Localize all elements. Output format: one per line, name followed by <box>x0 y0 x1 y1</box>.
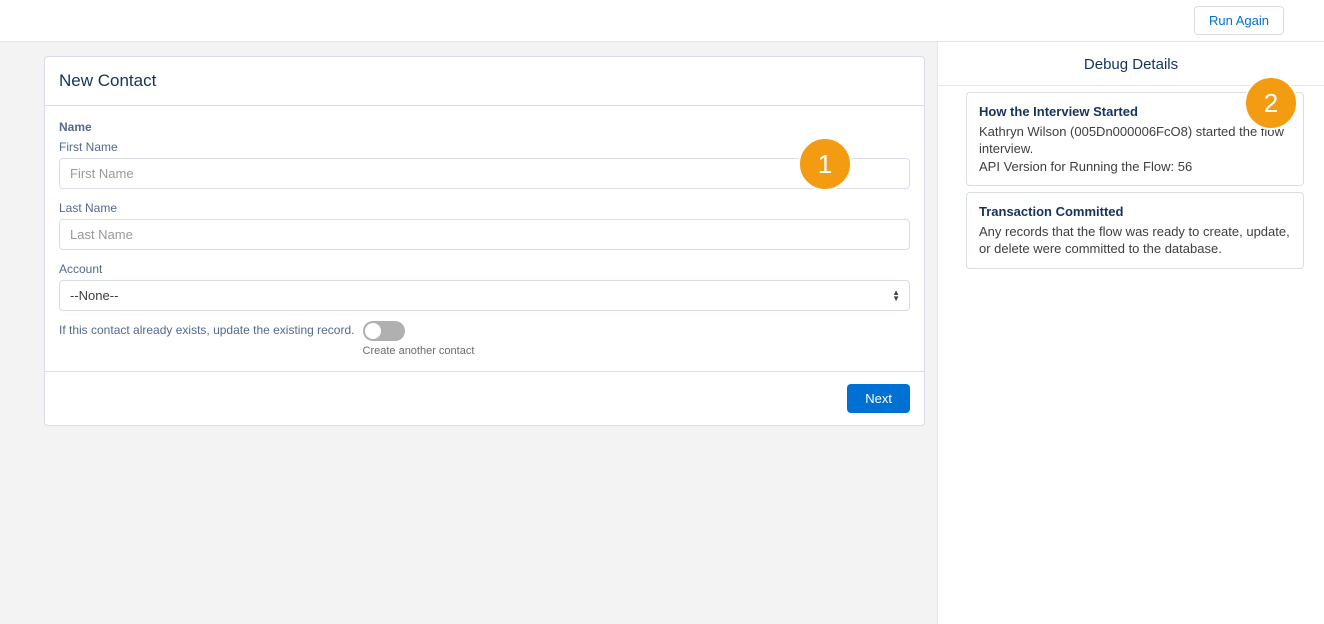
toggle-caption: Create another contact <box>363 345 475 357</box>
last-name-label: Last Name <box>59 201 910 215</box>
create-another-toggle[interactable] <box>363 321 405 341</box>
card-footer: Next <box>45 371 924 425</box>
toggle-knob <box>365 323 381 339</box>
top-bar: Run Again <box>0 0 1324 42</box>
account-label: Account <box>59 262 910 276</box>
new-contact-card: New Contact Name First Name Last Name Ac… <box>44 56 925 426</box>
main-area: 1 New Contact Name First Name Last Name … <box>0 42 1324 624</box>
account-select[interactable]: --None-- ▲▼ <box>59 280 910 311</box>
annotation-badge-2: 2 <box>1244 76 1298 130</box>
last-name-input[interactable] <box>59 219 910 250</box>
next-button[interactable]: Next <box>847 384 910 413</box>
debug-panel: 2 Debug Details How the Interview Starte… <box>938 42 1324 624</box>
first-name-label: First Name <box>59 140 910 154</box>
debug-card-transaction: Transaction Committed Any records that t… <box>966 192 1304 269</box>
account-select-value: --None-- <box>59 280 910 311</box>
card-body: Name First Name Last Name Account --None… <box>45 106 924 371</box>
debug-card-body: Any records that the flow was ready to c… <box>979 224 1290 257</box>
first-name-input[interactable] <box>59 158 910 189</box>
toggle-row: If this contact already exists, update t… <box>59 321 910 357</box>
card-title: New Contact <box>45 57 924 106</box>
name-section-label: Name <box>59 120 910 134</box>
toggle-description: If this contact already exists, update t… <box>59 323 355 337</box>
debug-card-heading: Transaction Committed <box>979 203 1291 221</box>
annotation-badge-1: 1 <box>798 137 852 191</box>
run-again-button[interactable]: Run Again <box>1194 6 1284 35</box>
left-panel: 1 New Contact Name First Name Last Name … <box>0 42 938 624</box>
debug-card-body: Kathryn Wilson (005Dn000006FcO8) started… <box>979 124 1284 174</box>
